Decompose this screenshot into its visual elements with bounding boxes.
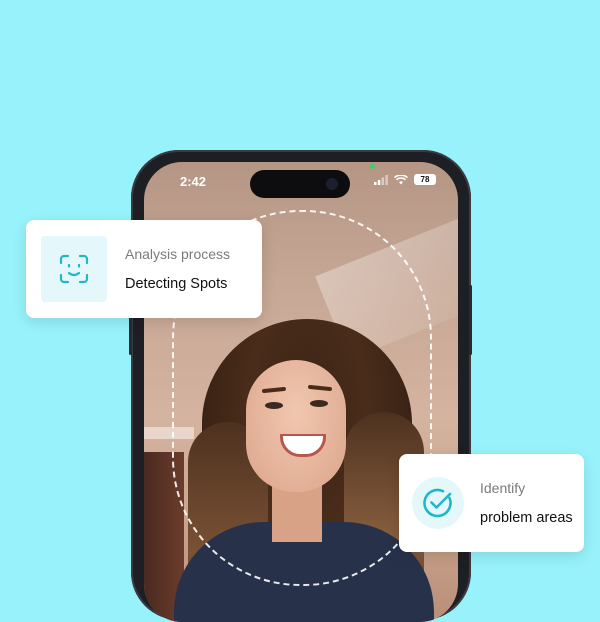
battery-indicator: 78 bbox=[414, 174, 436, 185]
phone-power-button bbox=[469, 285, 472, 355]
face-scan-icon bbox=[59, 254, 89, 284]
analysis-text: Analysis process Detecting Spots bbox=[125, 246, 230, 292]
check-circle-icon-box bbox=[412, 477, 464, 529]
front-camera bbox=[326, 178, 338, 190]
status-icons: 78 bbox=[374, 174, 436, 185]
analysis-value: Detecting Spots bbox=[125, 276, 228, 292]
identify-label: Identify bbox=[480, 480, 526, 496]
camera-indicator-dot bbox=[370, 164, 375, 169]
identify-card: Identify problem areas bbox=[399, 454, 584, 552]
signal-icon bbox=[374, 174, 388, 185]
identify-text: Identify problem areas bbox=[480, 480, 573, 526]
status-time: 2:42 bbox=[180, 174, 207, 189]
identify-value: problem areas bbox=[480, 510, 573, 526]
phone-side-button bbox=[129, 315, 132, 355]
dynamic-island bbox=[250, 170, 350, 198]
face-scan-icon-box bbox=[41, 236, 107, 302]
analysis-label: Analysis process bbox=[125, 246, 231, 262]
wifi-icon bbox=[394, 174, 408, 184]
check-circle-icon bbox=[423, 488, 452, 518]
analysis-process-card: Analysis process Detecting Spots bbox=[26, 220, 262, 318]
